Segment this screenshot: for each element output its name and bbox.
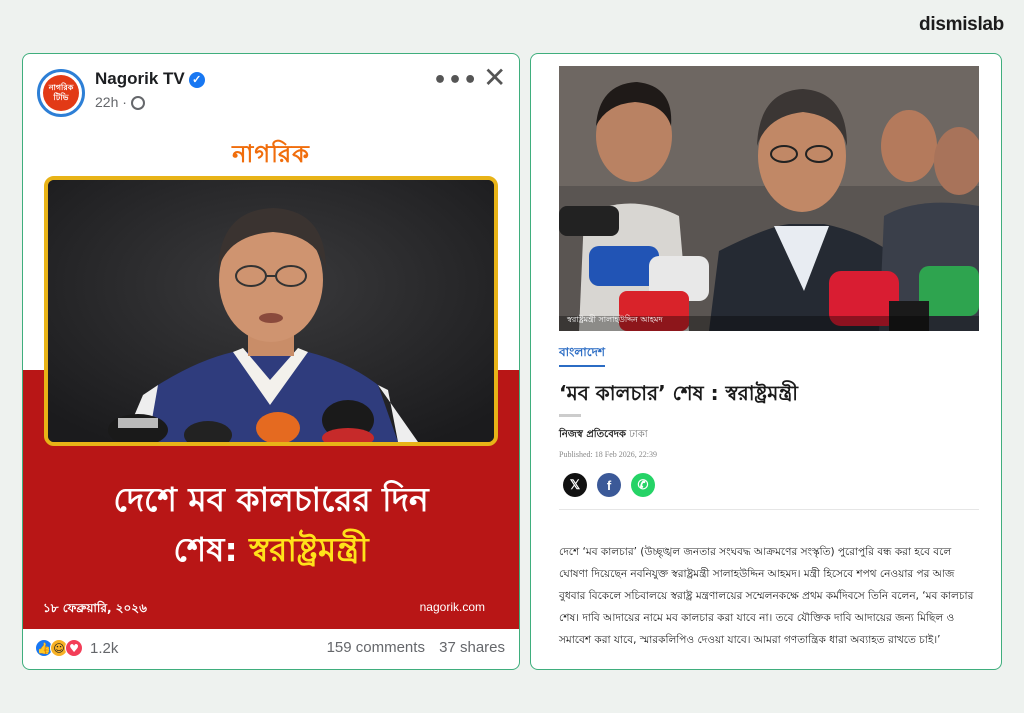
article-photo[interactable]: স্বরাষ্ট্রমন্ত্রী সালাহউদ্দিন আহমদ bbox=[559, 66, 979, 331]
news-article-card: স্বরাষ্ট্রমন্ত্রী সালাহউদ্দিন আহমদ বাংলা… bbox=[530, 53, 1002, 670]
headline-line2: শেষ: স্বরাষ্ট্রমন্ত্রী bbox=[23, 525, 519, 575]
verified-badge-icon: ✓ bbox=[188, 71, 205, 88]
headline-line1: দেশে মব কালচারের দিন bbox=[113, 480, 429, 519]
more-options-icon[interactable]: ••• bbox=[433, 68, 478, 93]
photo-caption: স্বরাষ্ট্রমন্ত্রী সালাহউদ্দিন আহমদ bbox=[567, 315, 663, 324]
brand-logo: dismislab bbox=[919, 14, 1004, 35]
shares-count[interactable]: 37 shares bbox=[439, 639, 505, 656]
facebook-post-card: নাগরিক টিভি Nagorik TV ✓ 22h · ••• ✕ নাগর… bbox=[22, 53, 520, 670]
byline: নিজস্ব প্রতিবেদক ঢাকা bbox=[559, 427, 648, 444]
reactions[interactable]: 👍 ☺ ♥ 1.2k bbox=[35, 639, 118, 657]
reaction-count: 1.2k bbox=[90, 639, 119, 657]
headline-line2-prefix: শেষ: bbox=[173, 530, 250, 569]
post-time-row: 22h · bbox=[95, 94, 145, 111]
page-avatar[interactable]: নাগরিক টিভি bbox=[37, 69, 85, 117]
whatsapp-icon[interactable]: ✆ bbox=[631, 473, 655, 497]
byline-location: ঢাকা bbox=[626, 429, 648, 440]
love-reaction-icon: ♥ bbox=[65, 639, 83, 657]
category-link[interactable]: বাংলাদেশ bbox=[559, 344, 605, 367]
globe-icon bbox=[130, 96, 145, 111]
published-date: Published: 18 Feb 2026, 22:39 bbox=[559, 450, 658, 459]
title-divider bbox=[559, 414, 581, 417]
image-date: ১৮ ফেব্রুয়ারি, ২০২৬ bbox=[43, 601, 147, 615]
image-logo: নাগরিক bbox=[232, 140, 310, 168]
post-footer: 👍 ☺ ♥ 1.2k 159 comments 37 shares bbox=[23, 629, 519, 669]
close-icon[interactable]: ✕ bbox=[483, 64, 506, 92]
facebook-icon[interactable]: f bbox=[597, 473, 621, 497]
post-image[interactable]: নাগরিক দেশে মব কালচারের দিন শেষ: স্বরাষ্… bbox=[23, 130, 519, 629]
x-icon[interactable]: 𝕏 bbox=[563, 473, 587, 497]
body-divider bbox=[559, 509, 979, 510]
page-name-row: Nagorik TV ✓ bbox=[95, 69, 205, 89]
image-url: nagorik.com bbox=[419, 600, 485, 614]
headline-highlight: স্বরাষ্ট্রমন্ত্রী bbox=[249, 530, 369, 569]
image-headline: দেশে মব কালচারের দিন শেষ: স্বরাষ্ট্রমন্ত… bbox=[23, 475, 519, 575]
article-body: দেশে ‘মব কালচার’ (উচ্ছৃঙ্খল জনতার সংঘবদ্… bbox=[559, 546, 974, 646]
speaker-photo bbox=[44, 176, 498, 446]
page-name[interactable]: Nagorik TV bbox=[95, 69, 185, 88]
post-header: নাগরিক টিভি Nagorik TV ✓ 22h · ••• ✕ bbox=[23, 54, 519, 130]
byline-author: নিজস্ব প্রতিবেদক bbox=[559, 429, 627, 440]
share-buttons: 𝕏 f ✆ bbox=[563, 473, 665, 497]
avatar-text-line2: টিভি bbox=[53, 93, 69, 102]
engagement-stats: 159 comments 37 shares bbox=[317, 639, 505, 656]
avatar-text-line1: নাগরিক bbox=[48, 83, 74, 92]
post-time[interactable]: 22h bbox=[95, 94, 118, 110]
article-title: ‘মব কালচার’ শেষ : স্বরাষ্ট্রমন্ত্রী bbox=[559, 381, 798, 405]
comments-count[interactable]: 159 comments bbox=[327, 639, 425, 656]
